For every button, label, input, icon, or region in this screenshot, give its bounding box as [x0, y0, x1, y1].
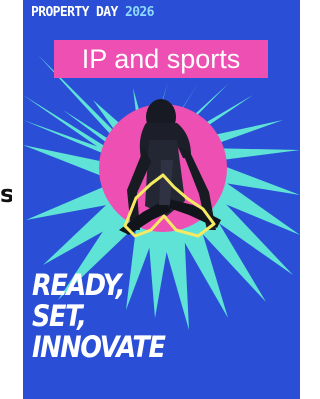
- slogan-line-2: SET,: [32, 299, 87, 333]
- cropped-side-text: s: [0, 180, 12, 208]
- topic-banner: IP and sports: [54, 40, 268, 78]
- event-name: PROPERTY DAY: [31, 5, 118, 20]
- event-year: 2026: [124, 5, 155, 20]
- slogan-line-3: INNOVATE: [32, 330, 166, 364]
- event-poster: PROPERTY DAY 2026 IP and sports READY, S…: [23, 0, 300, 399]
- slogan: READY, SET, INNOVATE: [32, 270, 182, 363]
- event-label: PROPERTY DAY 2026: [31, 4, 154, 22]
- slogan-line-1: READY,: [32, 268, 125, 302]
- page: s PROPERTY DAY 2026 IP and sports READY,…: [0, 0, 300, 399]
